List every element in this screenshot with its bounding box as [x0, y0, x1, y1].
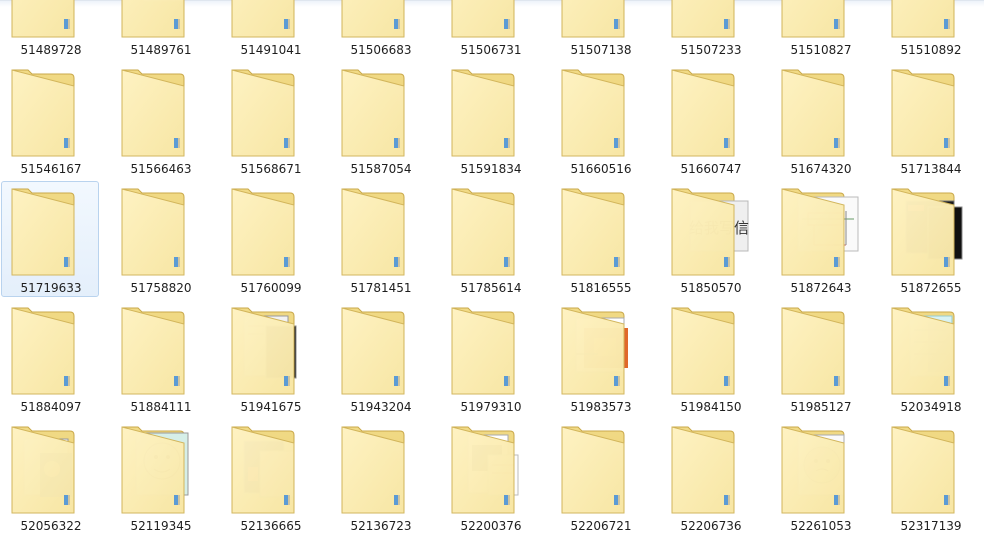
folder-item[interactable]: 52119345 [111, 419, 209, 535]
folder-name-label: 52119345 [130, 519, 192, 533]
folder-item[interactable]: 52034918 [881, 300, 979, 416]
folder-item[interactable]: 51781451 [331, 181, 429, 297]
folder-name-label: 51985127 [790, 400, 852, 414]
folder-item[interactable]: 51568671 [221, 62, 319, 178]
folder-view[interactable]: 51489728 51489761 51491041 51506683 5150… [0, 0, 984, 546]
folder-item[interactable]: 51884111 [111, 300, 209, 416]
folder-name-label: 51507233 [680, 43, 742, 57]
folder-name-label: 51719633 [20, 281, 82, 295]
folder-item[interactable]: 51506731 [441, 0, 539, 59]
folder-item[interactable]: 51984150 [661, 300, 759, 416]
folder-item[interactable]: 51506683 [331, 0, 429, 59]
folder-item[interactable]: 51816555 [551, 181, 649, 297]
folder-name-label: 52206736 [680, 519, 742, 533]
folder-item[interactable]: 52206736 [661, 419, 759, 535]
folder-name-label: 52317139 [900, 519, 962, 533]
folder-name-label: 51674320 [790, 162, 852, 176]
folder-name-label: 51760099 [240, 281, 302, 295]
folder-name-label: 52206721 [570, 519, 632, 533]
folder-item[interactable]: 51489761 [111, 0, 209, 59]
folder-item[interactable]: 51760099 [221, 181, 319, 297]
folder-name-label: 51507138 [570, 43, 632, 57]
folder-item[interactable]: 51758820 [111, 181, 209, 297]
folder-item[interactable]: 51674320 [771, 62, 869, 178]
folder-item[interactable]: 51546167 [1, 62, 99, 178]
folder-name-label: 51491041 [240, 43, 302, 57]
folder-item[interactable]: 51979310 [441, 300, 539, 416]
folder-name-label: 51979310 [460, 400, 522, 414]
folder-item[interactable]: 51884097 [1, 300, 99, 416]
folder-item[interactable]: 51719633 [1, 181, 99, 297]
folder-item[interactable]: 给我写信 51850570 [661, 181, 759, 297]
folder-name-label: 51943204 [350, 400, 412, 414]
folder-item[interactable]: 51587054 [331, 62, 429, 178]
folder-name-label: 51941675 [240, 400, 302, 414]
folder-name-label: 51506683 [350, 43, 412, 57]
folder-name-label: 51713844 [900, 162, 962, 176]
folder-name-label: 51872643 [790, 281, 852, 295]
folder-name-label: 52136723 [350, 519, 412, 533]
folder-name-label: 51489728 [20, 43, 82, 57]
folder-item[interactable]: 51507233 [661, 0, 759, 59]
folder-name-label: 52034918 [900, 400, 962, 414]
folder-name-label: 52261053 [790, 519, 852, 533]
folder-name-label: 51489761 [130, 43, 192, 57]
folder-name-label: 51816555 [570, 281, 632, 295]
folder-item[interactable]: 51872655 [881, 181, 979, 297]
folder-item[interactable]: 51872643 [771, 181, 869, 297]
folder-item[interactable]: 51510892 [881, 0, 979, 59]
folder-item[interactable]: 51510827 [771, 0, 869, 59]
folder-name-label: 51983573 [570, 400, 632, 414]
folder-name-label: 51660747 [680, 162, 742, 176]
folder-name-label: 51587054 [350, 162, 412, 176]
folder-name-label: 51510892 [900, 43, 962, 57]
folder-name-label: 51785614 [460, 281, 522, 295]
folder-name-label: 51850570 [680, 281, 742, 295]
folder-item[interactable]: 52056322 [1, 419, 99, 535]
folder-name-label: 51546167 [20, 162, 82, 176]
folder-name-label: 51568671 [240, 162, 302, 176]
folder-name-label: 51506731 [460, 43, 522, 57]
folder-name-label: 51510827 [790, 43, 852, 57]
folder-item[interactable]: 52317139 [881, 419, 979, 535]
folder-item[interactable]: 51491041 [221, 0, 319, 59]
folder-item[interactable]: 51489728 [1, 0, 99, 59]
folder-item[interactable]: 51941675 [221, 300, 319, 416]
folder-item[interactable]: 51591834 [441, 62, 539, 178]
folder-name-label: 51660516 [570, 162, 632, 176]
folder-name-label: 52200376 [460, 519, 522, 533]
folder-name-label: 51591834 [460, 162, 522, 176]
folder-item[interactable]: 51785614 [441, 181, 539, 297]
folder-item[interactable]: 51983573 [551, 300, 649, 416]
folder-item[interactable]: 52200376 [441, 419, 539, 535]
folder-item[interactable]: 51660516 [551, 62, 649, 178]
folder-item[interactable]: 52136723 [331, 419, 429, 535]
folder-name-label: 51884097 [20, 400, 82, 414]
folder-item[interactable]: 51713844 [881, 62, 979, 178]
folder-name-label: 51758820 [130, 281, 192, 295]
folder-name-label: 51984150 [680, 400, 742, 414]
folder-item[interactable]: 51566463 [111, 62, 209, 178]
folder-item[interactable]: 52136665 [221, 419, 319, 535]
folder-item[interactable]: 52261053 [771, 419, 869, 535]
folder-name-label: 52136665 [240, 519, 302, 533]
folder-item[interactable]: 51660747 [661, 62, 759, 178]
folder-item[interactable]: 51985127 [771, 300, 869, 416]
folder-name-label: 51781451 [350, 281, 412, 295]
folder-item[interactable]: 52206721 [551, 419, 649, 535]
folder-name-label: 51566463 [130, 162, 192, 176]
folder-item[interactable]: 51507138 [551, 0, 649, 59]
folder-name-label: 51872655 [900, 281, 962, 295]
folder-name-label: 52056322 [20, 519, 82, 533]
folder-name-label: 51884111 [130, 400, 192, 414]
folder-item[interactable]: 51943204 [331, 300, 429, 416]
